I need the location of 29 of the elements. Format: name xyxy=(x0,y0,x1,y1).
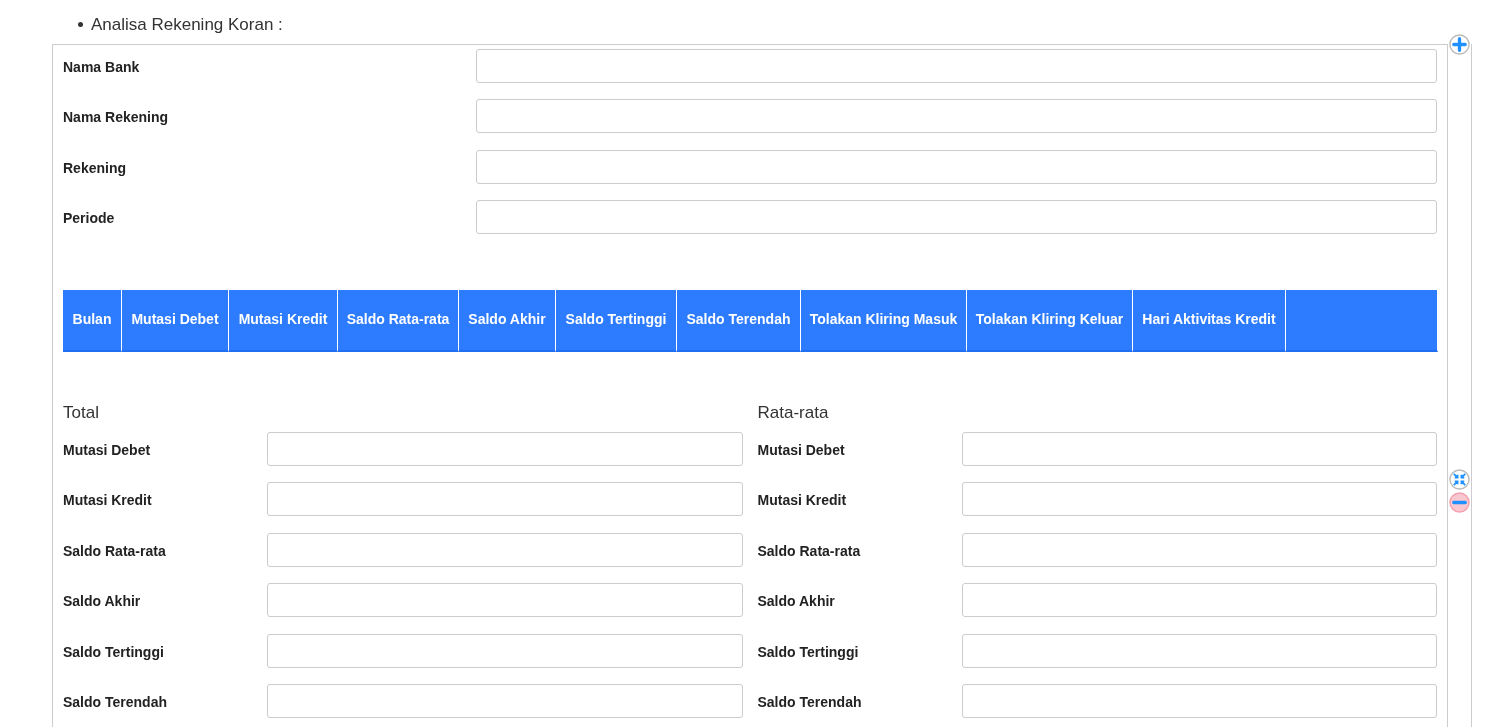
table-header-cell: Mutasi Kredit xyxy=(229,289,338,352)
table-header-cell: Saldo Tertinggi xyxy=(556,289,677,352)
field-label: Periode xyxy=(63,209,116,228)
table-header-cell: Saldo Akhir xyxy=(459,289,556,352)
field-label: Rekening xyxy=(63,158,127,178)
field-label: Mutasi Kredit xyxy=(757,491,848,511)
field-label: Mutasi Debet xyxy=(757,440,846,460)
table-header-cell: Saldo Terendah xyxy=(677,289,801,352)
field-label: Saldo Terendah xyxy=(757,693,863,713)
field-label: Saldo Tertinggi xyxy=(63,642,165,662)
table-header-cell: Tolakan Kliring Masuk xyxy=(801,289,967,352)
field-label: Saldo Akhir xyxy=(757,592,836,612)
table-header-cell: Mutasi Debet xyxy=(122,289,229,352)
section-title: Analisa Rekening Koran : xyxy=(91,14,283,36)
field-label: Saldo Rata-rata xyxy=(63,541,167,561)
summary-title: Total xyxy=(63,401,100,424)
table-header-cell: Tolakan Kliring Keluar xyxy=(967,289,1133,352)
field-label: Mutasi Debet xyxy=(63,440,152,460)
field-label: Saldo Tertinggi xyxy=(757,642,860,662)
table-header-cell: Bulan xyxy=(63,289,122,352)
field-label: Saldo Terendah xyxy=(63,693,168,713)
field-label: Saldo Akhir xyxy=(63,592,142,612)
field-label: Saldo Rata-rata xyxy=(757,541,862,561)
field-label: Mutasi Kredit xyxy=(63,491,153,511)
field-label: Nama Bank xyxy=(63,57,141,77)
table-header-cell: Saldo Rata-rata xyxy=(338,289,459,352)
summary-title: Rata-rata xyxy=(757,401,830,424)
table-header-cell: Hari Aktivitas Kredit xyxy=(1133,289,1286,352)
field-label: Nama Rekening xyxy=(63,108,170,127)
